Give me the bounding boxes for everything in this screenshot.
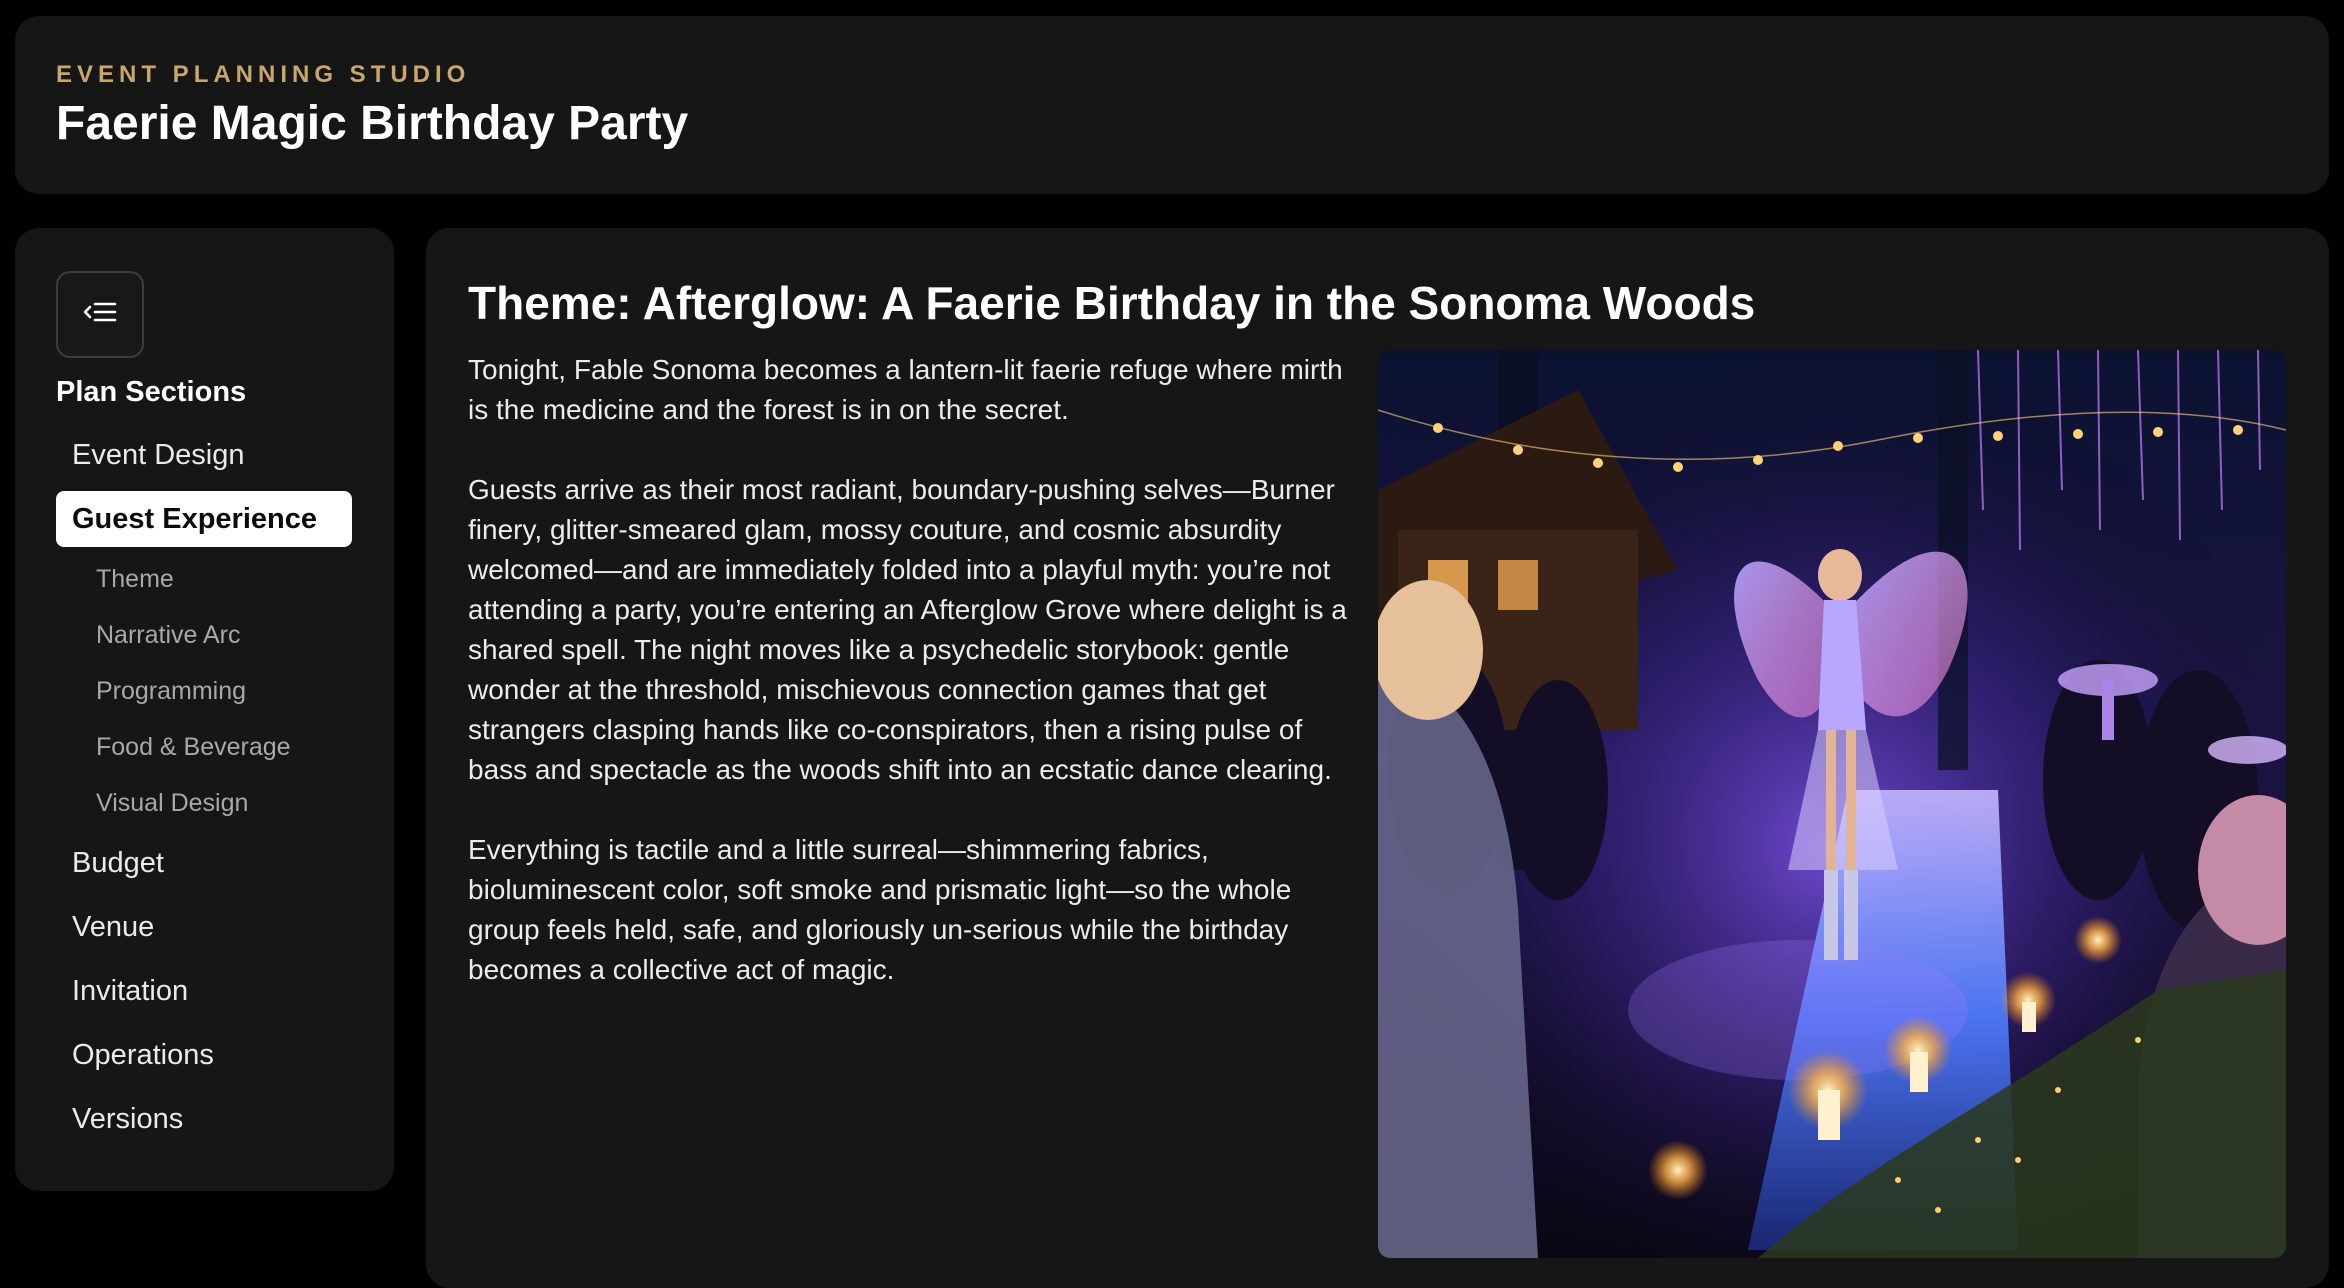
sidebar-heading: Plan Sections <box>56 376 247 408</box>
subnav-item-theme[interactable]: Theme <box>56 551 352 607</box>
sidebar-item-invitation[interactable]: Invitation <box>56 963 352 1019</box>
sidebar-item-budget[interactable]: Budget <box>56 835 352 891</box>
theme-paragraph: Tonight, Fable Sonoma becomes a lantern-… <box>468 354 1343 425</box>
sidebar-item-versions[interactable]: Versions <box>56 1091 352 1147</box>
collapse-menu-icon <box>83 301 117 328</box>
main-content: Theme: Afterglow: A Faerie Birthday in t… <box>426 228 2329 1288</box>
theme-hero-image <box>1378 350 2286 1258</box>
theme-paragraph: Everything is tactile and a little surre… <box>468 834 1292 985</box>
theme-paragraph: Guests arrive as their most radiant, bou… <box>468 474 1347 785</box>
sidebar-item-event-design[interactable]: Event Design <box>56 427 352 483</box>
sidebar-item-venue[interactable]: Venue <box>56 899 352 955</box>
sidebar-item-guest-experience[interactable]: Guest Experience <box>56 491 352 547</box>
sidebar-item-operations[interactable]: Operations <box>56 1027 352 1083</box>
app-header: EVENT PLANNING STUDIO Faerie Magic Birth… <box>15 16 2329 194</box>
collapse-sidebar-button[interactable] <box>56 271 144 358</box>
plan-sections-nav: Event Design Guest Experience Theme Narr… <box>56 427 352 1155</box>
section-title: Theme: Afterglow: A Faerie Birthday in t… <box>468 277 1756 329</box>
sidebar: Plan Sections Event Design Guest Experie… <box>15 228 394 1191</box>
subnav-item-programming[interactable]: Programming <box>56 663 352 719</box>
subnav-item-narrative-arc[interactable]: Narrative Arc <box>56 607 352 663</box>
page-title: Faerie Magic Birthday Party <box>56 97 689 150</box>
studio-eyebrow: EVENT PLANNING STUDIO <box>56 61 471 88</box>
theme-description: Tonight, Fable Sonoma becomes a lantern-… <box>468 350 1368 1030</box>
subnav-item-visual-design[interactable]: Visual Design <box>56 775 352 831</box>
guest-experience-subnav: Theme Narrative Arc Programming Food & B… <box>56 551 352 831</box>
subnav-item-food-beverage[interactable]: Food & Beverage <box>56 719 352 775</box>
